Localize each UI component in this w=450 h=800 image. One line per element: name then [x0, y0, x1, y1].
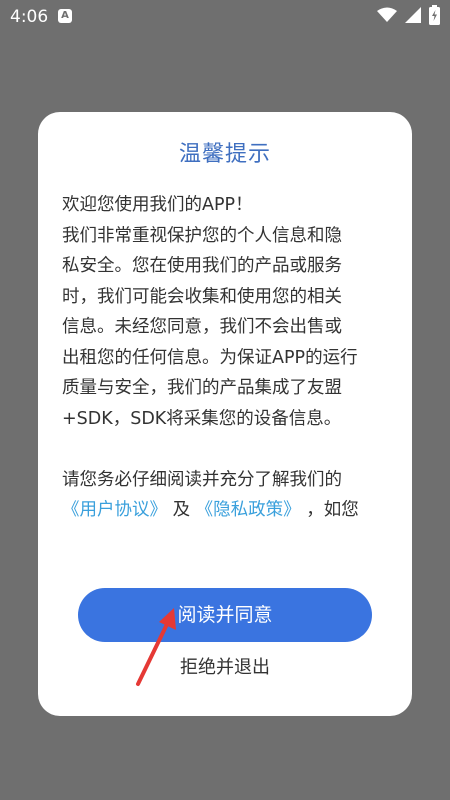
body-line: +SDK，SDK将采集您的设备信息。: [62, 408, 342, 429]
status-bar: 4:06 A: [0, 0, 450, 34]
agree-button[interactable]: 阅读并同意: [78, 588, 372, 642]
reject-button[interactable]: 拒绝并退出: [38, 654, 412, 682]
tail-text: ，如您: [306, 500, 359, 520]
status-icons: [377, 4, 440, 30]
dialog-title: 温馨提示: [178, 142, 271, 167]
privacy-dialog: 温馨提示 欢迎您使用我们的APP！ 我们非常重视保护您的个人信息和隐 私安全。您…: [38, 112, 412, 716]
privacy-policy-link[interactable]: 《隐私政策》: [196, 500, 301, 520]
wifi-icon: [377, 7, 397, 28]
body-line: 我们非常重视保护您的个人信息和隐: [62, 225, 342, 246]
status-time: 4:06: [10, 7, 49, 27]
battery-icon: [429, 4, 440, 30]
links-line: 《用户协议》 及 《隐私政策》 ，如您: [62, 495, 392, 526]
body-line: 质量与安全，我们的产品集成了友盟: [62, 378, 342, 398]
and-text: 及: [172, 500, 191, 520]
annotation-arrow-icon: [136, 608, 176, 686]
read-line: 请您务必仔细阅读并充分了解我们的: [62, 469, 342, 490]
body-line: 时，我们可能会收集和使用您的相关: [62, 286, 342, 307]
body-line: 私安全。您在使用我们的产品或服务: [62, 256, 342, 276]
body-line: 信息。未经您同意，我们不会出售或: [62, 317, 342, 337]
signal-icon: [405, 6, 421, 28]
notification-icon: A: [58, 9, 72, 23]
body-line: 欢迎您使用我们的APP！: [62, 195, 253, 215]
user-agreement-link[interactable]: 《用户协议》: [62, 500, 167, 520]
body-line: 出租您的任何信息。为保证APP的运行: [62, 347, 358, 368]
